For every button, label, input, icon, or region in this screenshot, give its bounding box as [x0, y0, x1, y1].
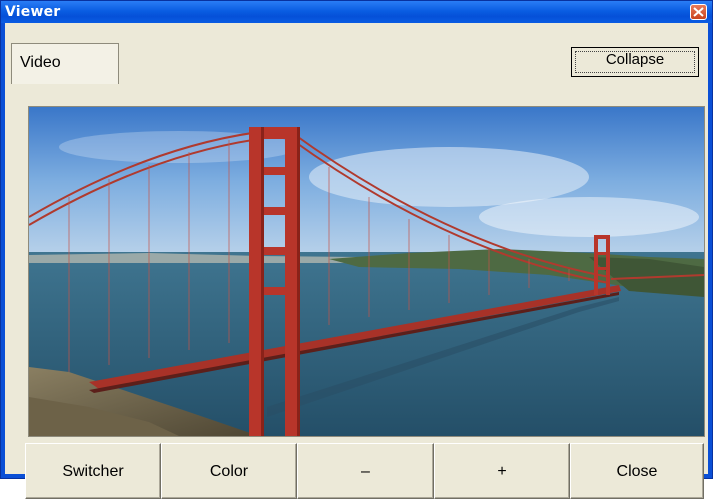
viewer-window: Viewer Video Collapse Switcher Color – +… — [0, 0, 713, 499]
title-bar[interactable]: Viewer — [1, 1, 712, 23]
close-icon[interactable] — [690, 4, 707, 20]
decrease-button[interactable]: – — [297, 443, 434, 499]
focus-rectangle — [575, 51, 695, 73]
color-button[interactable]: Color — [161, 443, 297, 499]
bridge-image — [29, 107, 704, 436]
window-title: Viewer — [5, 4, 61, 20]
close-button[interactable]: Close — [570, 443, 704, 499]
collapse-button[interactable]: Collapse — [571, 47, 699, 77]
tab-video[interactable]: Video — [11, 43, 119, 84]
increase-button[interactable]: + — [434, 443, 570, 499]
switcher-button[interactable]: Switcher — [25, 443, 161, 499]
video-display — [28, 106, 705, 437]
client-area: Video Collapse Switcher Color – + Close — [5, 23, 708, 499]
button-bar: Switcher Color – + Close — [25, 443, 708, 501]
